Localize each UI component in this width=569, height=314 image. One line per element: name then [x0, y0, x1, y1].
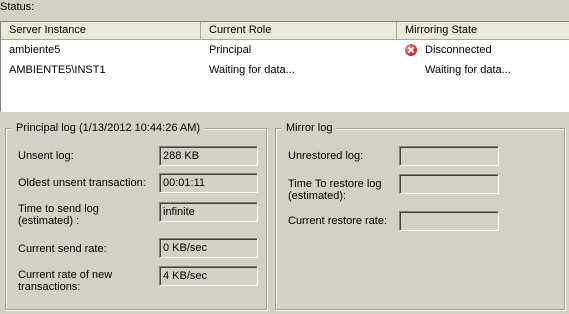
current-send-rate-field[interactable]: 0 KB/sec	[159, 238, 258, 258]
column-header-server-instance[interactable]: Server Instance	[1, 22, 201, 39]
current-restore-rate-field[interactable]	[399, 211, 499, 231]
table-row[interactable]: ambiente5 Principal Disconnected	[1, 40, 569, 60]
oldest-unsent-transaction-field[interactable]: 00:01:11	[159, 173, 258, 193]
current-restore-rate-label: Current restore rate:	[288, 215, 388, 227]
principal-log-group: Principal log (1/13/2012 10:44:26 AM) Un…	[5, 121, 267, 310]
time-to-send-log-label: Time to send log (estimated) :	[18, 203, 99, 227]
time-to-send-log-field[interactable]: infinite	[159, 202, 258, 222]
error-icon	[405, 44, 417, 56]
unrestored-log-label: Unrestored log:	[288, 150, 364, 162]
time-to-restore-log-label: Time To restore log (estimated):	[288, 178, 382, 202]
mirroring-state-text: Disconnected	[425, 44, 492, 56]
table-row[interactable]: AMBIENTE5\INST1 Waiting for data... Wait…	[1, 60, 569, 80]
unsent-log-label: Unsent log:	[18, 150, 74, 162]
current-send-rate-label: Current send rate:	[18, 243, 107, 255]
mirroring-state-cell: Disconnected	[397, 40, 569, 60]
current-role-cell: Waiting for data...	[209, 64, 295, 76]
mirroring-state-cell: Waiting for data...	[425, 64, 511, 76]
status-label: Status:	[0, 1, 35, 13]
current-rate-new-transactions-field[interactable]: 4 KB/sec	[159, 266, 258, 286]
principal-log-title: Principal log (1/13/2012 10:44:26 AM)	[12, 121, 205, 135]
time-to-restore-log-field[interactable]	[399, 174, 499, 194]
current-rate-new-transactions-label: Current rate of new transactions:	[18, 269, 113, 293]
mirror-log-group: Mirror log Unrestored log: Time To resto…	[275, 121, 565, 310]
oldest-unsent-transaction-label: Oldest unsent transaction:	[18, 177, 146, 189]
mirror-log-title: Mirror log	[282, 121, 337, 135]
list-header: Server Instance Current Role Mirroring S…	[1, 22, 569, 40]
server-instance-cell: AMBIENTE5\INST1	[9, 64, 106, 76]
unsent-log-field[interactable]: 288 KB	[159, 146, 258, 166]
mirroring-status-list[interactable]: Server Instance Current Role Mirroring S…	[0, 21, 569, 112]
column-header-current-role[interactable]: Current Role	[201, 22, 397, 39]
server-instance-cell: ambiente5	[9, 44, 61, 56]
column-header-mirroring-state[interactable]: Mirroring State	[397, 22, 569, 39]
unrestored-log-field[interactable]	[399, 146, 499, 166]
current-role-cell: Principal	[209, 44, 252, 56]
